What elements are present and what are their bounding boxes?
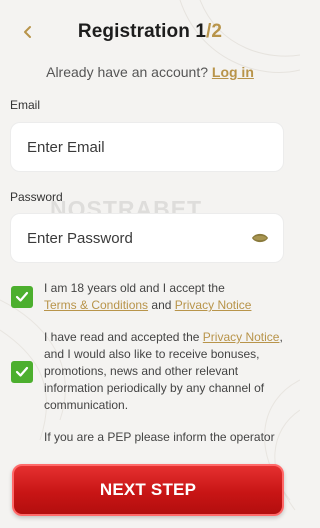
- checkmark-icon: [15, 291, 29, 302]
- password-field[interactable]: [27, 229, 247, 247]
- password-label: Password: [10, 190, 63, 204]
- login-prompt-text: Already have an account?: [46, 64, 208, 80]
- page-title: Registration 1/2: [0, 21, 300, 43]
- title-text: Registration: [77, 21, 190, 42]
- step-current: 1: [195, 21, 207, 42]
- terms-text-before: I am 18 years old and I accept the: [44, 281, 225, 295]
- password-field-container: [10, 213, 284, 263]
- marketing-checkbox[interactable]: [11, 361, 33, 383]
- privacy-notice-link[interactable]: Privacy Notice: [175, 298, 252, 312]
- pep-notice: If you are a PEP please inform the opera…: [44, 430, 275, 444]
- terms-checkbox[interactable]: [11, 286, 33, 308]
- terms-and: and: [151, 298, 172, 312]
- login-prompt: Already have an account? Log in: [0, 64, 300, 80]
- checkmark-icon: [15, 366, 29, 377]
- terms-link[interactable]: Terms & Conditions: [44, 298, 148, 312]
- step-total: 2: [211, 21, 223, 42]
- email-field-container: [10, 122, 284, 172]
- marketing-text-before: I have read and accepted the: [44, 330, 200, 344]
- email-field[interactable]: [27, 138, 247, 156]
- login-link[interactable]: Log in: [212, 64, 254, 80]
- next-step-button[interactable]: NEXT STEP: [12, 464, 284, 516]
- marketing-privacy-notice-link[interactable]: Privacy Notice: [203, 330, 280, 344]
- header: Registration 1/2: [0, 14, 300, 50]
- terms-text: I am 18 years old and I accept the Terms…: [44, 280, 288, 314]
- eye-icon[interactable]: [251, 231, 269, 245]
- marketing-text: I have read and accepted the Privacy Not…: [44, 329, 288, 414]
- email-label: Email: [10, 98, 41, 112]
- next-step-label: NEXT STEP: [99, 480, 197, 499]
